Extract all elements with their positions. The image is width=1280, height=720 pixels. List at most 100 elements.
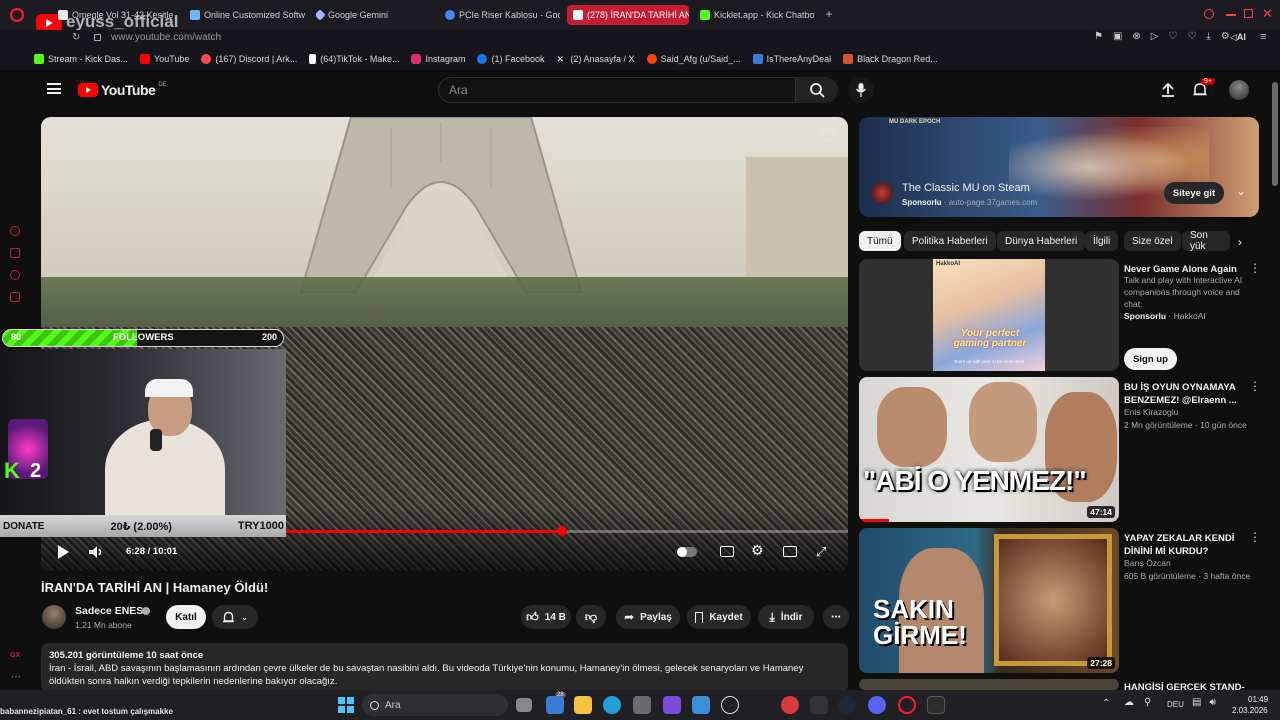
hamburger-menu-icon[interactable]	[47, 83, 61, 94]
new-tab-button[interactable]: +	[823, 8, 835, 20]
recommendation-thumbnail[interactable]	[859, 679, 1119, 690]
fullscreen-icon[interactable]: ⤢	[816, 544, 826, 560]
tab-gemini[interactable]: Google Gemini	[316, 5, 436, 25]
sign-up-button[interactable]: Sign up	[1124, 348, 1177, 370]
chip-for-you[interactable]: Size özel	[1124, 231, 1181, 251]
ad-advertiser-avatar[interactable]	[871, 182, 893, 204]
miniplayer-icon[interactable]	[783, 546, 797, 557]
chip-all[interactable]: Tümü	[859, 231, 901, 251]
upload-button[interactable]	[1160, 82, 1176, 103]
more-options-icon[interactable]: ⋮	[1249, 261, 1261, 275]
recommendation-title[interactable]: YAPAY ZEKALAR KENDİ DİNİNİ Mİ KURDU?	[1124, 532, 1244, 558]
search-input[interactable]: Ara	[438, 77, 796, 103]
sidebar-gx-icon[interactable]: GX	[10, 652, 20, 659]
clock-date[interactable]: 2.03.2026	[1232, 706, 1268, 715]
sidebar-icon-3[interactable]	[10, 270, 20, 280]
channel-name[interactable]: Sadece ENES	[75, 605, 143, 617]
chip-world-news[interactable]: Dünya Haberleri	[997, 231, 1086, 251]
recommendation-thumbnail[interactable]: SAKIN GİRME! 27:28	[859, 528, 1119, 673]
description-box[interactable]: 305.201 görüntüleme 10 saat önce İran - …	[41, 643, 848, 693]
tab-kicklet[interactable]: Kicklet.app - Kick Chatbot	[700, 5, 815, 25]
chip-recent[interactable]: Son yük	[1182, 231, 1230, 251]
tray-chevron-icon[interactable]: ⌃	[1102, 698, 1110, 709]
dislike-button[interactable]: 👎︎	[576, 605, 606, 629]
maximize-button[interactable]	[1244, 9, 1253, 18]
voice-search-button[interactable]	[848, 77, 874, 103]
recommendation-thumbnail[interactable]: "ABİ O YENMEZ!" 47:14	[859, 377, 1119, 522]
recommendation-video[interactable]: HANGİSİ GERÇEK STAND-	[859, 679, 1269, 690]
more-options-icon[interactable]: ⋮	[1249, 530, 1261, 544]
play-button[interactable]	[56, 544, 70, 565]
recommendation-channel[interactable]: Barış Özcan	[1124, 557, 1171, 569]
ad-title[interactable]: The Classic MU on Steam	[902, 182, 1030, 194]
clock-time[interactable]: 01:49	[1248, 695, 1268, 704]
sidebar-icon-4[interactable]	[10, 292, 20, 302]
aria-ai-button[interactable]: ◁AI	[1230, 32, 1246, 43]
store-icon[interactable]	[633, 696, 651, 714]
bookmark-instagram[interactable]: Instagram	[411, 54, 465, 64]
epic-games-icon[interactable]	[810, 696, 828, 714]
recorder-icon[interactable]	[781, 696, 799, 714]
search-button[interactable]	[796, 77, 838, 103]
discord-icon[interactable]	[868, 696, 886, 714]
save-button[interactable]: Kaydet	[687, 605, 751, 629]
subscribe-notification-button[interactable]: ⌄	[212, 605, 258, 629]
search-tabs-icon[interactable]	[1204, 9, 1214, 19]
bookmark-discord[interactable]: (167) Discord | Ark...	[201, 54, 297, 64]
page-scrollbar[interactable]	[1272, 82, 1278, 186]
volume-button[interactable]	[88, 545, 104, 564]
reload-icon[interactable]: ↻	[72, 32, 80, 43]
file-explorer-icon[interactable]	[574, 696, 592, 714]
photos-icon[interactable]	[692, 696, 710, 714]
task-view-icon[interactable]	[516, 698, 532, 712]
minimize-button[interactable]	[1226, 14, 1236, 16]
sidebar-icon-1[interactable]	[10, 226, 20, 236]
steam-icon[interactable]	[838, 696, 856, 714]
share-button[interactable]: ➦ Paylaş	[616, 605, 680, 629]
taskbar-search[interactable]: Ara	[362, 694, 508, 716]
youtube-logo[interactable]: YouTube DE	[78, 82, 167, 98]
close-window-button[interactable]: ✕	[1262, 6, 1273, 22]
like-button[interactable]: 👍︎ 14 B	[521, 605, 571, 629]
join-button[interactable]: Katıl	[166, 605, 206, 629]
more-options-icon[interactable]: ⋮	[1249, 379, 1261, 393]
subtitles-icon[interactable]	[720, 546, 734, 557]
ad-expand-chevron-icon[interactable]: ⌄	[1236, 184, 1246, 198]
bookmark-isthereanydeal[interactable]: IsThereAnyDeal	[752, 54, 831, 64]
channel-avatar[interactable]	[42, 605, 66, 629]
recommendation-channel[interactable]: Enis Kirazoglu	[1124, 406, 1178, 418]
notifications-button[interactable]: 9+	[1192, 78, 1215, 103]
url-field[interactable]: www.youtube.com/watch	[111, 32, 221, 43]
recommendation-thumbnail[interactable]: HakkoAI Your perfect gaming partner Team…	[859, 259, 1119, 371]
bookmark-black-dragon[interactable]: Black Dragon Red...	[843, 54, 938, 64]
ad-cta-button[interactable]: Siteye git	[1164, 182, 1224, 204]
account-avatar[interactable]	[1229, 80, 1249, 100]
bookmark-youtube[interactable]: YouTube	[140, 54, 189, 64]
tab-iran-video[interactable]: (278) İRAN'DA TARİHİ AN	[567, 5, 689, 25]
browser-menu-icon[interactable]: ≡	[1260, 31, 1266, 43]
chatgpt-icon[interactable]	[721, 696, 739, 714]
bookmark-kick-stream[interactable]: Stream - Kick Das...	[34, 54, 128, 64]
opera-logo-icon[interactable]	[10, 8, 24, 22]
tab-pcie-riser[interactable]: PCIe Riser Kablosu - Goo	[445, 5, 560, 25]
more-actions-button[interactable]: ⋯	[823, 605, 849, 629]
recommendation-title[interactable]: BU İŞ OYUN OYNAMAYA BENZEMEZ! @Elraenn .…	[1124, 381, 1244, 407]
download-button[interactable]: ⤓ İndir	[758, 605, 814, 629]
chip-politics[interactable]: Politika Haberleri	[904, 231, 996, 251]
sidebar-more-icon[interactable]: ⋯	[11, 672, 21, 683]
app-grid-icon[interactable]	[663, 696, 681, 714]
edge-icon[interactable]	[603, 696, 621, 714]
recommendation-video[interactable]: "ABİ O YENMEZ!" 47:14 BU İŞ OYUN OYNAMAY…	[859, 377, 1269, 522]
bookmark-x[interactable]: ✕ (2) Anasayfa / X	[557, 54, 635, 64]
network-volume-battery-icons[interactable]: ▤🔊︎	[1192, 697, 1224, 708]
chip-related[interactable]: İlgili	[1085, 231, 1119, 251]
toolbar-extension-icons[interactable]: ⚑▣⊗▷♡♡⤓⚙	[1094, 31, 1240, 42]
windows-start-icon[interactable]	[338, 697, 354, 713]
bookmark-facebook[interactable]: (1) Facebook	[477, 54, 545, 64]
recommendation-video[interactable]: SAKIN GİRME! 27:28 YAPAY ZEKALAR KENDİ D…	[859, 528, 1269, 673]
recommendation-title[interactable]: HANGİSİ GERÇEK STAND-	[1124, 681, 1264, 690]
chips-next-chevron-icon[interactable]: ›	[1238, 235, 1242, 249]
tray-icons[interactable]: ☁⚲	[1124, 697, 1161, 708]
opera-gx-icon[interactable]	[898, 696, 916, 714]
bookmark-reddit[interactable]: Said_Afg (u/Said_...	[646, 54, 741, 64]
